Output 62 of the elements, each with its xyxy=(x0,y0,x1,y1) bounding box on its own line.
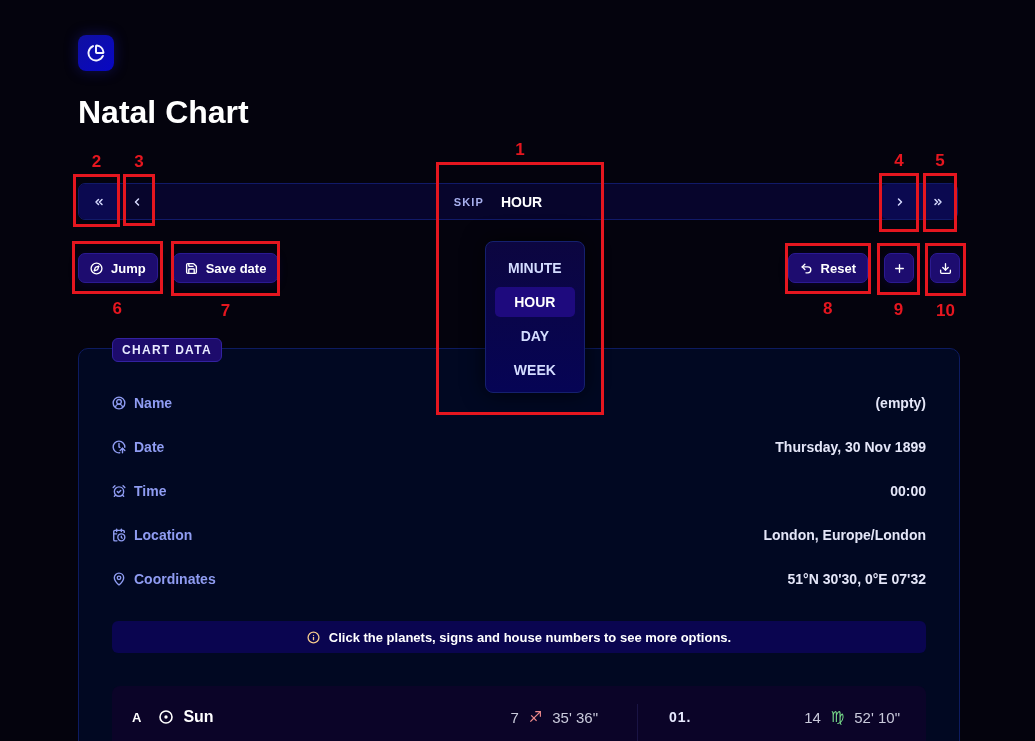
save-date-button[interactable]: Save date xyxy=(172,253,279,283)
chevrons-left-button[interactable] xyxy=(79,184,118,219)
zodiac-sign-symbol[interactable]: ♍ xyxy=(830,708,845,726)
download-icon xyxy=(938,261,952,275)
annotation-frame xyxy=(877,243,920,295)
degree-text: 7 xyxy=(510,708,519,726)
minutes-text: 35' 36" xyxy=(552,708,598,726)
field-label: Time xyxy=(134,483,167,499)
field-value: 51°N 30'30, 0°E 07'32 xyxy=(787,571,926,587)
annotation-frame xyxy=(73,174,120,227)
planet-name[interactable]: Sun xyxy=(183,708,214,726)
menu-option[interactable]: DAY xyxy=(494,321,575,351)
clock-arrow-icon xyxy=(112,440,126,454)
menu-option[interactable]: MINUTE xyxy=(494,253,575,283)
circled-dot-icon xyxy=(159,710,174,724)
info-icon xyxy=(306,630,320,644)
zodiac-sign-symbol[interactable]: ♐ xyxy=(528,708,543,726)
annotation-frame xyxy=(879,173,919,232)
annotation-number: 7 xyxy=(220,302,231,320)
degree-text: 14 xyxy=(804,708,821,726)
field-value: London, Europe/London xyxy=(763,527,926,543)
minutes-text: 52' 10" xyxy=(854,708,900,726)
field-label: Name xyxy=(134,395,173,411)
undo-arrow-icon xyxy=(799,261,813,275)
annotation-number: 2 xyxy=(91,153,102,171)
user-circle-icon xyxy=(112,396,126,410)
compass-icon xyxy=(90,261,103,275)
card-legend: CHART DATA xyxy=(112,338,222,362)
field-value: (empty) xyxy=(875,395,926,411)
menu-option[interactable]: WEEK xyxy=(494,355,575,385)
info-text: Click the planets, signs and house numbers to see more options. xyxy=(328,629,732,645)
page-title: Natal Chart xyxy=(78,94,249,130)
annotation-number: 1 xyxy=(515,141,525,159)
annotation-number: 10 xyxy=(936,302,955,320)
map-pin-icon xyxy=(112,572,126,586)
skip-unit-select[interactable]: HOUR xyxy=(500,193,543,210)
pie-chart-logo-icon xyxy=(78,35,114,71)
field-value: 00:00 xyxy=(890,483,926,499)
house-number[interactable]: 01. xyxy=(669,709,692,725)
jump-button[interactable]: Jump xyxy=(78,253,158,283)
menu-option[interactable]: HOUR xyxy=(494,287,575,317)
annotation-frame xyxy=(923,173,957,232)
annotation-number: 9 xyxy=(893,301,904,319)
plus-icon xyxy=(892,261,906,275)
annotation-number: 5 xyxy=(935,152,945,170)
add-button[interactable] xyxy=(884,253,914,283)
annotation-number: 6 xyxy=(112,300,123,318)
row-tag: A xyxy=(132,709,142,725)
annotation-frame xyxy=(925,243,966,296)
alarm-clock-icon xyxy=(112,484,126,498)
field-label: Coordinates xyxy=(134,571,216,587)
skip-label: SKIP xyxy=(453,195,484,208)
reset-button[interactable]: Reset xyxy=(787,253,868,283)
calendar-clock-icon xyxy=(112,528,126,542)
annotation-number: 8 xyxy=(823,300,833,318)
annotation-number: 4 xyxy=(894,152,904,170)
field-value: Thursday, 30 Nov 1899 xyxy=(775,439,926,455)
field-label: Location xyxy=(134,527,193,543)
download-button[interactable] xyxy=(930,253,960,283)
annotation-frame xyxy=(123,174,155,226)
annotation-number: 3 xyxy=(134,153,144,171)
field-label: Date xyxy=(134,439,165,455)
